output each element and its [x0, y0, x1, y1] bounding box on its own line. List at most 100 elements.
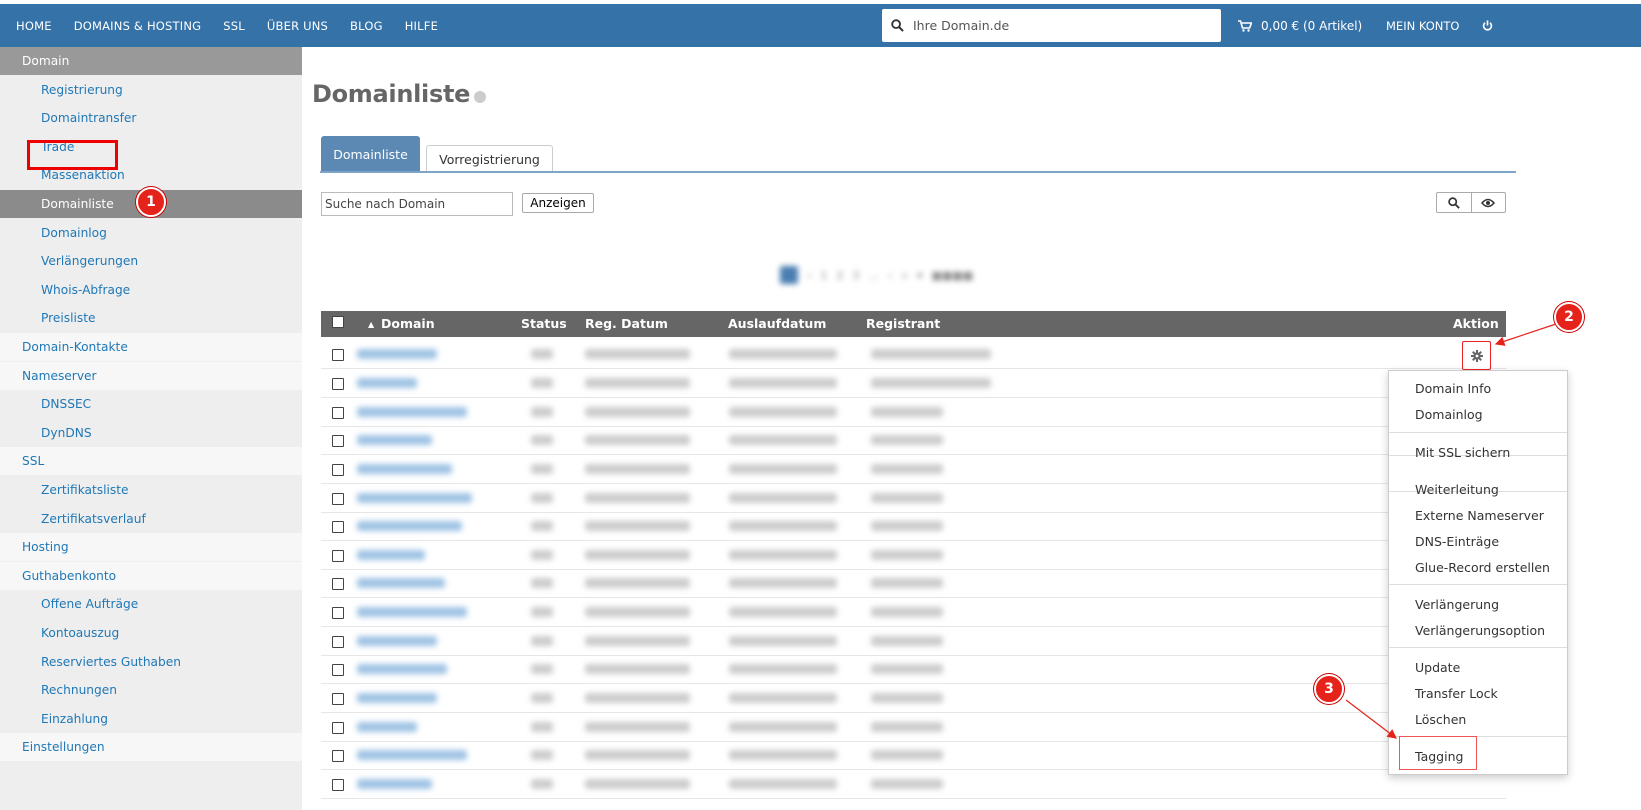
row-checkbox[interactable] — [332, 407, 344, 419]
row-cell-blurred — [585, 464, 690, 474]
row-checkbox[interactable] — [332, 750, 344, 762]
sidebar-item-dnssec[interactable]: DNSSEC — [0, 390, 302, 418]
row-domain-link-blurred[interactable] — [357, 779, 432, 789]
row-checkbox[interactable] — [332, 349, 344, 361]
menu-item-transfer-lock[interactable]: Transfer Lock — [1415, 684, 1498, 702]
row-domain-link-blurred[interactable] — [357, 407, 467, 417]
row-domain-link-blurred[interactable] — [357, 464, 452, 474]
table-search-button[interactable] — [1437, 193, 1471, 212]
nav-home[interactable]: HOME — [16, 19, 52, 33]
menu-item-domain-info[interactable]: Domain Info — [1415, 379, 1491, 397]
search-icon[interactable] — [891, 19, 904, 32]
table-row — [321, 455, 1506, 484]
sidebar-item-einstellungen[interactable]: Einstellungen — [0, 733, 302, 762]
menu-item-mit-ssl-sichern[interactable]: Mit SSL sichern — [1415, 443, 1510, 461]
sidebar-item-hosting[interactable]: Hosting — [0, 533, 302, 562]
nav-ueber-uns[interactable]: ÜBER UNS — [267, 19, 328, 33]
row-checkbox[interactable] — [332, 550, 344, 562]
row-checkbox[interactable] — [332, 493, 344, 505]
sidebar-item-kontoauszug[interactable]: Kontoauszug — [0, 619, 302, 647]
sidebar-item-whois-abfrage[interactable]: Whois-Abfrage — [0, 276, 302, 304]
menu-item-verlängerungsoption[interactable]: Verlängerungsoption — [1415, 621, 1545, 639]
cart-link[interactable]: 0,00 € (0 Artikel) — [1238, 4, 1362, 47]
sidebar-item-reserviertes-guthaben[interactable]: Reserviertes Guthaben — [0, 648, 302, 676]
domain-filter-input[interactable] — [321, 192, 513, 216]
sidebar-item-preisliste[interactable]: Preisliste — [0, 304, 302, 332]
col-domain[interactable]: Domain — [381, 316, 435, 331]
sidebar-item-guthabenkonto[interactable]: Guthabenkonto — [0, 561, 302, 590]
sidebar-item-domain-kontakte[interactable]: Domain-Kontakte — [0, 333, 302, 361]
row-domain-link-blurred[interactable] — [357, 349, 437, 359]
row-cell-blurred — [585, 493, 690, 503]
row-domain-link-blurred[interactable] — [357, 664, 447, 674]
row-domain-link-blurred[interactable] — [357, 722, 417, 732]
row-checkbox[interactable] — [332, 779, 344, 791]
select-all-checkbox[interactable] — [332, 316, 344, 328]
row-domain-link-blurred[interactable] — [357, 521, 462, 531]
sidebar-item-nameserver[interactable]: Nameserver — [0, 361, 302, 390]
row-domain-link-blurred[interactable] — [357, 607, 467, 617]
row-cell-blurred — [871, 750, 943, 760]
menu-item-dns-einträge[interactable]: DNS-Einträge — [1415, 532, 1499, 550]
row-checkbox[interactable] — [332, 435, 344, 447]
row-domain-link-blurred[interactable] — [357, 578, 445, 588]
row-checkbox[interactable] — [332, 378, 344, 390]
col-auslaufdatum[interactable]: Auslaufdatum — [728, 316, 826, 331]
row-checkbox[interactable] — [332, 664, 344, 676]
column-visibility-button[interactable] — [1470, 193, 1506, 212]
sidebar-item-registrierung[interactable]: Registrierung — [0, 76, 302, 104]
row-domain-link-blurred[interactable] — [357, 550, 425, 560]
row-cell-blurred — [531, 349, 553, 359]
menu-item-weiterleitung[interactable]: Weiterleitung — [1415, 480, 1499, 498]
sidebar-item-rechnungen[interactable]: Rechnungen — [0, 676, 302, 704]
row-cell-blurred — [585, 578, 690, 588]
menu-item-domainlog[interactable]: Domainlog — [1415, 405, 1483, 423]
sort-asc-icon[interactable]: ▲ — [368, 320, 374, 329]
col-status[interactable]: Status — [521, 316, 567, 331]
sidebar-item-offene-aufträge[interactable]: Offene Aufträge — [0, 590, 302, 618]
menu-item-externe-nameserver[interactable]: Externe Nameserver — [1415, 506, 1544, 524]
info-icon[interactable] — [474, 91, 487, 103]
sidebar-item-domain[interactable]: Domain — [0, 47, 302, 75]
nav-domains-hosting[interactable]: DOMAINS & HOSTING — [74, 19, 202, 33]
row-cell-blurred — [871, 578, 943, 588]
tab-vorregistrierung[interactable]: Vorregistrierung — [426, 145, 553, 172]
row-checkbox[interactable] — [332, 464, 344, 476]
row-checkbox[interactable] — [332, 521, 344, 533]
row-domain-link-blurred[interactable] — [357, 493, 472, 503]
my-account-link[interactable]: MEIN KONTO — [1386, 4, 1459, 47]
logout-button[interactable] — [1482, 4, 1493, 47]
sidebar-item-einzahlung[interactable]: Einzahlung — [0, 705, 302, 733]
nav-blog[interactable]: BLOG — [350, 19, 383, 33]
show-button[interactable]: Anzeigen — [522, 193, 594, 213]
col-registrant[interactable]: Registrant — [866, 316, 940, 331]
top-navigation-bar: HOME DOMAINS & HOSTING SSL ÜBER UNS BLOG… — [0, 4, 1641, 47]
row-domain-link-blurred[interactable] — [357, 378, 417, 388]
sidebar-item-domaintransfer[interactable]: Domaintransfer — [0, 104, 302, 132]
row-checkbox[interactable] — [332, 693, 344, 705]
sidebar-item-dyndns[interactable]: DynDNS — [0, 419, 302, 447]
tab-domainliste[interactable]: Domainliste — [321, 136, 420, 172]
nav-hilfe[interactable]: HILFE — [405, 19, 438, 33]
row-checkbox[interactable] — [332, 722, 344, 734]
row-checkbox[interactable] — [332, 578, 344, 590]
row-domain-link-blurred[interactable] — [357, 693, 437, 703]
row-checkbox[interactable] — [332, 636, 344, 648]
row-domain-link-blurred[interactable] — [357, 750, 467, 760]
sidebar-item-domainlog[interactable]: Domainlog — [0, 219, 302, 247]
sidebar-item-zertifikatsverlauf[interactable]: Zertifikatsverlauf — [0, 505, 302, 533]
menu-item-update[interactable]: Update — [1415, 658, 1460, 676]
page-title: Domainliste — [312, 80, 487, 108]
menu-item-glue-record-erstellen[interactable]: Glue-Record erstellen — [1415, 558, 1550, 576]
sidebar-item-zertifikatsliste[interactable]: Zertifikatsliste — [0, 476, 302, 504]
nav-ssl[interactable]: SSL — [223, 19, 245, 33]
menu-item-verlängerung[interactable]: Verlängerung — [1415, 595, 1499, 613]
col-reg-datum[interactable]: Reg. Datum — [585, 316, 668, 331]
menu-item-löschen[interactable]: Löschen — [1415, 710, 1466, 728]
sidebar-item-ssl[interactable]: SSL — [0, 447, 302, 476]
sidebar-item-verlängerungen[interactable]: Verlängerungen — [0, 247, 302, 275]
row-domain-link-blurred[interactable] — [357, 636, 437, 646]
domain-search-input[interactable] — [913, 18, 1203, 33]
row-checkbox[interactable] — [332, 607, 344, 619]
row-domain-link-blurred[interactable] — [357, 435, 432, 445]
